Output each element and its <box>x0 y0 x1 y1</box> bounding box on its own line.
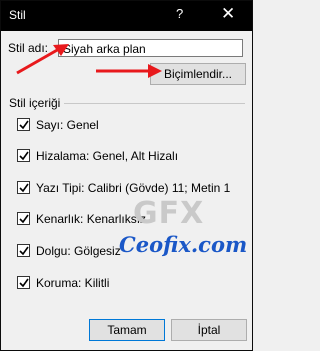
checkbox-label: Dolgu: Gölgesiz <box>36 244 121 258</box>
ok-button[interactable]: Tamam <box>89 319 165 341</box>
checkbox-label: Sayı: Genel <box>36 118 99 132</box>
checkbox-border[interactable] <box>17 212 30 225</box>
style-name-value: Siyah arka plan <box>63 42 146 56</box>
checkbox-number[interactable] <box>17 118 30 131</box>
style-name-input[interactable]: Siyah arka plan <box>58 39 243 57</box>
style-dialog: Stil ? ✕ Stil adı: Siyah arka plan Biçim… <box>0 0 253 351</box>
title-bar: Stil ? ✕ <box>1 1 252 31</box>
checkbox-alignment[interactable] <box>17 149 30 162</box>
check-icon <box>19 120 29 130</box>
checkbox-label: Hizalama: Genel, Alt Hizalı <box>36 149 179 163</box>
help-icon[interactable]: ? <box>176 6 183 21</box>
check-icon <box>19 183 29 193</box>
group-separator <box>64 103 245 104</box>
dialog-title: Stil <box>9 8 26 22</box>
arrow-to-format-button <box>96 64 162 78</box>
watermark: GFX Ceofix.com <box>119 196 249 266</box>
arrow-to-style-name <box>16 44 69 75</box>
watermark-site: Ceofix.com <box>119 232 248 257</box>
checkbox-label: Yazı Tipi: Calibri (Gövde) 11; Metin 1 <box>36 181 231 195</box>
format-button[interactable]: Biçimlendir... <box>150 63 246 85</box>
close-icon[interactable]: ✕ <box>221 4 235 24</box>
check-icon <box>19 278 29 288</box>
checkbox-font[interactable] <box>17 181 30 194</box>
watermark-logo: GFX <box>133 196 205 231</box>
checkbox-fill[interactable] <box>17 244 30 257</box>
check-icon <box>19 151 29 161</box>
cancel-button[interactable]: İptal <box>171 319 247 341</box>
checkbox-protection[interactable] <box>17 276 30 289</box>
style-includes-title: Stil içeriği <box>9 96 61 110</box>
checkbox-label: Koruma: Kilitli <box>36 276 110 290</box>
check-icon <box>19 246 29 256</box>
check-icon <box>19 214 29 224</box>
